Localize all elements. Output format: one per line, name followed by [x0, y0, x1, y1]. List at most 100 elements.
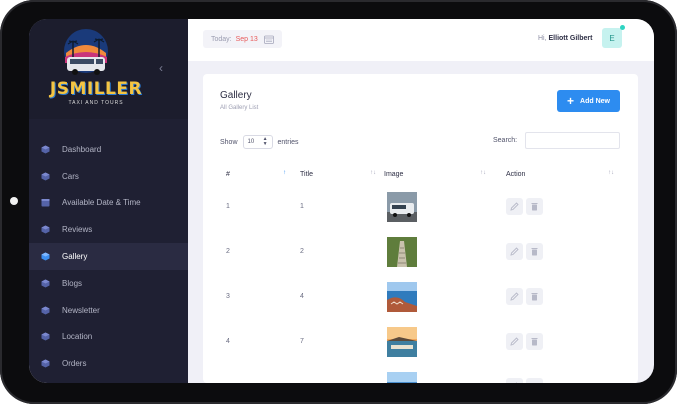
trash-icon	[531, 203, 538, 211]
row-number: 3	[226, 293, 230, 300]
row-image-cell	[382, 274, 492, 319]
avatar[interactable]: E	[602, 28, 622, 48]
trash-icon	[530, 382, 539, 383]
sidebar-item-label: Newsletter	[62, 305, 100, 315]
page-title: Gallery	[220, 90, 252, 101]
edit-button[interactable]	[506, 288, 523, 305]
add-new-button[interactable]: + Add New	[557, 90, 620, 112]
table-row: 22	[220, 229, 620, 274]
sidebar-item-label: Cars	[62, 171, 79, 181]
delete-button[interactable]	[526, 243, 543, 260]
today-date-picker[interactable]: Today: Sep 13	[203, 30, 282, 48]
table-row: 47	[220, 319, 620, 364]
pencil-icon	[515, 382, 518, 383]
cube-icon	[41, 279, 50, 288]
gallery-table: # ↑ Title ↑↓ Image ↑↓ Action ↑↓ 1 1 2 2 …	[220, 164, 620, 383]
van-photo	[387, 191, 417, 222]
stairs-photo	[387, 236, 417, 267]
cube-icon	[41, 225, 50, 234]
row-number: 4	[226, 338, 230, 345]
cube-icon	[41, 172, 50, 181]
entries-select[interactable]: 10 ▲ ▼	[242, 135, 273, 149]
column-header-image[interactable]: Image ↑↓	[382, 164, 492, 184]
entries-value: 10	[247, 139, 255, 145]
sort-asc-icon: ↑	[283, 170, 286, 176]
cube-icon	[41, 252, 50, 261]
user-greeting: Hi, Elliott Gilbert	[538, 35, 592, 42]
tablet-frame: JSMILLER TAXI AND TOURS ‹ Dashboard Cars A…	[0, 0, 677, 404]
cube-icon	[41, 145, 50, 154]
edit-button[interactable]	[506, 333, 523, 350]
logo-area: JSMILLER TAXI AND TOURS ‹	[29, 19, 188, 119]
camera-dot	[10, 197, 18, 205]
greeting-text: Hi,	[538, 35, 547, 42]
column-header-title[interactable]: Title ↑↓	[292, 164, 382, 184]
row-actions	[492, 319, 620, 364]
sidebar-item-dashboard[interactable]: Dashboard	[29, 136, 188, 163]
sort-icon: ↑↓	[370, 170, 376, 176]
row-actions	[492, 184, 620, 229]
sidebar-item-label: Dashboard	[62, 144, 102, 154]
sidebar-item-available-date-time[interactable]: Available Date & Time	[29, 190, 188, 217]
edit-button[interactable]	[506, 378, 523, 383]
sunset-photo	[387, 326, 417, 357]
collapse-sidebar-chevron-icon[interactable]: ‹	[155, 61, 167, 75]
row-title: 1	[300, 203, 304, 210]
plus-icon: +	[567, 94, 575, 108]
table-row: 34	[220, 274, 620, 319]
row-title: 4	[300, 293, 304, 300]
sidebar-item-label: Reviews	[62, 225, 93, 235]
trash-icon	[531, 248, 538, 256]
cube-icon	[41, 306, 50, 315]
sidebar-item-label: Available Date & Time	[62, 198, 141, 208]
row-image-cell	[382, 229, 492, 274]
pencil-icon	[510, 247, 519, 256]
sidebar-item-label: Gallery	[62, 252, 88, 262]
delete-button[interactable]	[526, 378, 543, 383]
add-new-label: Add New	[580, 97, 610, 105]
pencil-icon	[510, 292, 519, 301]
sidebar-item-cars[interactable]: Cars	[29, 163, 188, 190]
row-title: 7	[300, 338, 304, 345]
edit-button[interactable]	[506, 243, 523, 260]
delete-button[interactable]	[526, 288, 543, 305]
coast-photo	[387, 281, 417, 312]
delete-button[interactable]	[526, 333, 543, 350]
table-header-row: # ↑ Title ↑↓ Image ↑↓ Action ↑↓	[220, 164, 620, 184]
app-screen: JSMILLER TAXI AND TOURS ‹ Dashboard Cars A…	[29, 19, 654, 383]
table-row	[220, 364, 620, 383]
sidebar-item-orders[interactable]: Orders	[29, 350, 188, 377]
pencil-icon	[510, 202, 519, 211]
row-number: 1	[226, 203, 230, 210]
row-number: 2	[226, 248, 230, 255]
brand-title: JSMILLER	[49, 79, 143, 99]
logo-van-icon	[64, 29, 108, 75]
sidebar-item-reviews[interactable]: Reviews	[29, 216, 188, 243]
sidebar-item-blogs[interactable]: Blogs	[29, 270, 188, 297]
column-header-action[interactable]: Action ↑↓	[492, 164, 620, 184]
row-title: 2	[300, 248, 304, 255]
row-title	[292, 364, 382, 383]
row-actions	[492, 274, 620, 319]
entries-control: Show 10 ▲ ▼ entries	[220, 135, 299, 149]
edit-button[interactable]	[506, 198, 523, 215]
gallery-card: Gallery All Gallery List + Add New Show …	[203, 74, 638, 383]
column-header-number[interactable]: # ↑	[220, 164, 292, 184]
cube-icon	[41, 332, 50, 341]
page-subtitle: All Gallery List	[220, 105, 259, 111]
brand-subtitle: TAXI AND TOURS	[68, 100, 124, 106]
search-input[interactable]	[525, 132, 620, 149]
sidebar-item-newsletter[interactable]: Newsletter	[29, 297, 188, 324]
calendar-icon	[263, 35, 274, 44]
search-label: Search:	[493, 137, 518, 144]
sidebar-nav: Dashboard Cars Available Date & Time Review…	[29, 136, 188, 377]
sidebar-item-location[interactable]: Location	[29, 324, 188, 351]
cube-icon	[41, 359, 50, 368]
row-image-cell	[382, 364, 492, 383]
row-actions	[492, 229, 620, 274]
sidebar-item-gallery[interactable]: Gallery	[29, 243, 188, 270]
sea-photo	[387, 371, 417, 383]
row-number	[220, 364, 292, 383]
sidebar-item-label: Location	[62, 332, 93, 342]
delete-button[interactable]	[526, 198, 543, 215]
